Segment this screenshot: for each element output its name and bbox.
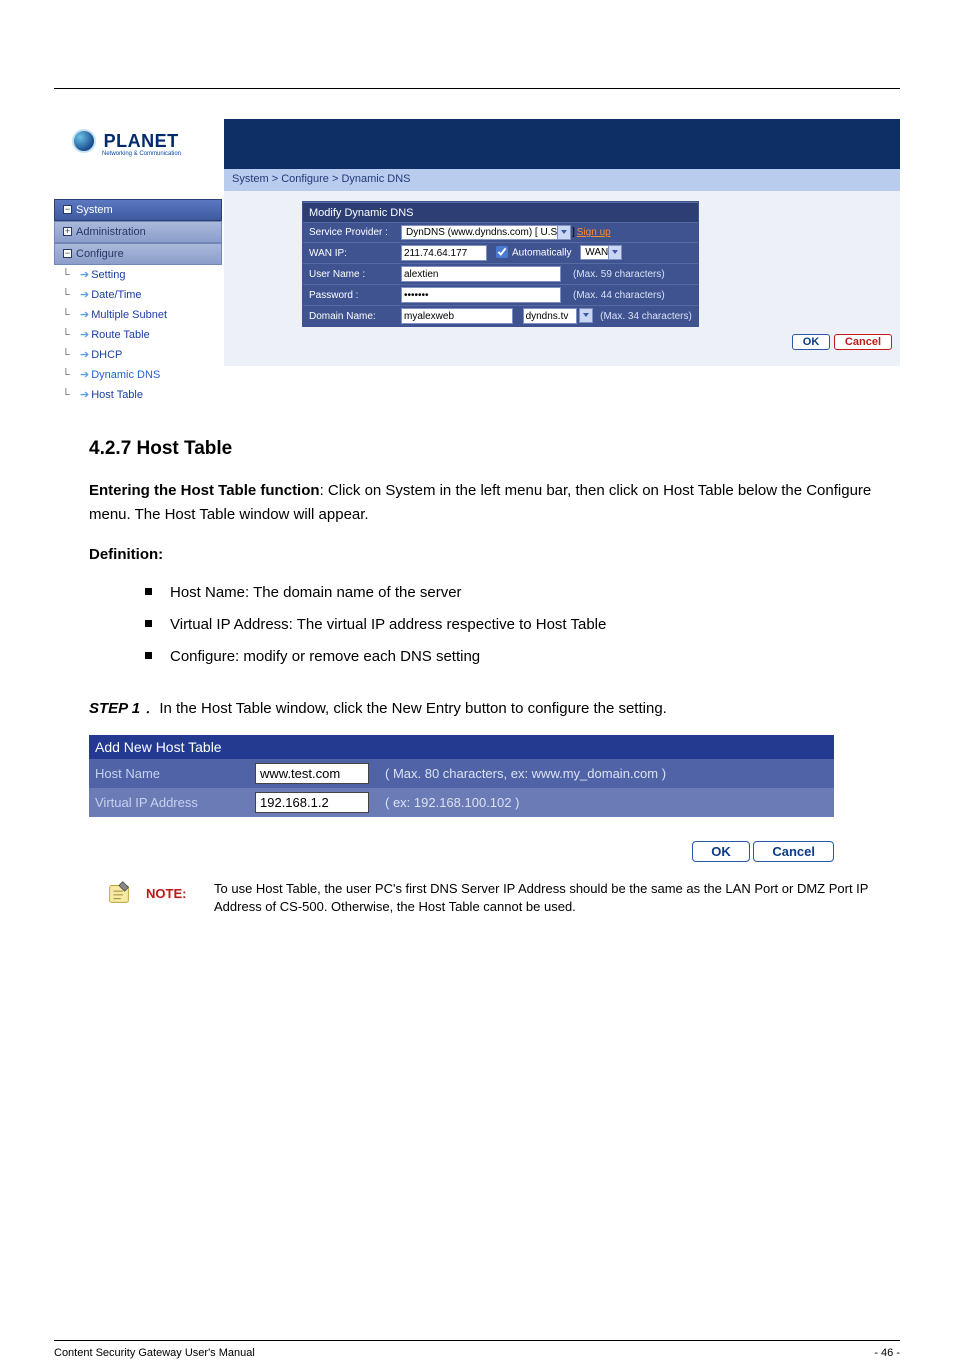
definition-list: Host Name: The domain name of the server… (145, 577, 900, 673)
nav-dynamic-dns[interactable]: └➔Dynamic DNS (54, 365, 222, 385)
step-label: STEP 1﹒ In the Host Table window, click … (89, 697, 900, 721)
host-name-input[interactable] (255, 763, 369, 784)
wan-ip-input[interactable] (401, 245, 487, 261)
label-service-provider: Service Provider : (303, 222, 395, 242)
chevron-down-icon (583, 313, 589, 317)
ddns-screenshot: PLANET Networking & Communication −Syste… (54, 119, 900, 407)
nav-setting[interactable]: └➔Setting (54, 265, 222, 285)
arrow-icon: ➔ (80, 289, 89, 301)
definition-item: Host Name: The domain name of the server (145, 577, 900, 609)
nav-datetime[interactable]: └➔Date/Time (54, 285, 222, 305)
label-wan-ip: WAN IP: (303, 242, 395, 263)
host-table-screenshot: Add New Host Table Host Name ( Max. 80 c… (89, 735, 865, 862)
breadcrumb: System > Configure > Dynamic DNS (224, 169, 900, 191)
domain-tld-input[interactable] (523, 308, 577, 324)
page-footer: Content Security Gateway User's Manual -… (54, 1340, 900, 1369)
label-domain-name: Domain Name: (303, 305, 395, 326)
chevron-down-icon (561, 230, 567, 234)
wan-select[interactable]: WAN2 (580, 245, 622, 260)
form-title: Modify Dynamic DNS (303, 202, 698, 222)
arrow-icon: ➔ (80, 389, 89, 401)
signup-link[interactable]: Sign up (577, 227, 611, 238)
host-table-form: Add New Host Table Host Name ( Max. 80 c… (89, 735, 834, 817)
definition-item: Configure: modify or remove each DNS set… (145, 641, 900, 673)
host-table-title: Add New Host Table (89, 735, 834, 759)
nav-multiple-subnet[interactable]: └➔Multiple Subnet (54, 305, 222, 325)
user-name-input[interactable] (401, 266, 561, 282)
virtual-ip-input[interactable] (255, 792, 369, 813)
nav-host-table[interactable]: └➔Host Table (54, 385, 222, 405)
arrow-icon: ➔ (80, 269, 89, 281)
expand-icon: + (63, 227, 72, 236)
content-area: Modify Dynamic DNS Service Provider : Dy… (224, 191, 900, 366)
nav-administration[interactable]: +Administration (54, 221, 222, 243)
label-host-name: Host Name (89, 759, 249, 788)
hint-password: (Max. 44 characters) (567, 284, 698, 305)
nav-dhcp[interactable]: └➔DHCP (54, 345, 222, 365)
domain-name-input[interactable] (401, 308, 513, 324)
hint-user-name: (Max. 59 characters) (567, 263, 698, 284)
logo: PLANET Networking & Communication (54, 119, 224, 191)
cancel-button[interactable]: Cancel (753, 841, 834, 862)
logo-subtitle: Networking & Communication (102, 151, 224, 157)
label-automatically: Automatically (512, 248, 571, 259)
nav-system[interactable]: −System (54, 199, 222, 221)
arrow-icon: ➔ (80, 369, 89, 381)
automatically-checkbox[interactable] (496, 246, 508, 258)
func-paragraph: Entering the Host Table function: Click … (89, 479, 900, 527)
ok-button[interactable]: OK (792, 334, 831, 350)
form-button-row: OK Cancel (224, 327, 900, 350)
label-virtual-ip: Virtual IP Address (89, 788, 249, 817)
arrow-icon: ➔ (80, 329, 89, 341)
note-label: NOTE: (146, 886, 186, 901)
collapse-icon: − (63, 205, 72, 214)
password-input[interactable] (401, 287, 561, 303)
footer-right: - 46 - (874, 1347, 900, 1359)
chevron-down-icon (612, 250, 618, 254)
hint-host-name: ( Max. 80 characters, ex: www.my_domain.… (379, 759, 834, 788)
note-block: NOTE: To use Host Table, the user PC's f… (104, 876, 900, 920)
document-body: 4.2.7 Host Table Entering the Host Table… (89, 437, 900, 721)
nav-configure[interactable]: −Configure (54, 243, 222, 265)
note-icon (104, 878, 134, 908)
hint-virtual-ip: ( ex: 192.168.100.102 ) (379, 788, 834, 817)
logo-text: PLANET (104, 131, 179, 152)
service-provider-select[interactable]: DynDNS (www.dyndns.com) [ U.S.A. ] (401, 225, 571, 240)
note-text: To use Host Table, the user PC's first D… (214, 876, 900, 916)
section-title: 4.2.7 Host Table (89, 437, 900, 461)
domain-tld-select[interactable] (579, 308, 593, 323)
nav-route-table[interactable]: └➔Route Table (54, 325, 222, 345)
globe-icon (72, 129, 96, 153)
definition-item: Virtual IP Address: The virtual IP addre… (145, 609, 900, 641)
collapse-icon: − (63, 249, 72, 258)
host-table-button-row: OK Cancel (89, 841, 834, 862)
nav: −System +Administration −Configure └➔Set… (54, 199, 222, 405)
ok-button[interactable]: OK (692, 841, 750, 862)
ddns-form: Modify Dynamic DNS Service Provider : Dy… (302, 201, 699, 327)
arrow-icon: ➔ (80, 309, 89, 321)
label-user-name: User Name : (303, 263, 395, 284)
cancel-button[interactable]: Cancel (834, 334, 892, 350)
arrow-icon: ➔ (80, 349, 89, 361)
footer-left: Content Security Gateway User's Manual (54, 1347, 255, 1359)
sidebar: PLANET Networking & Communication −Syste… (54, 119, 224, 407)
label-password: Password : (303, 284, 395, 305)
definition-label: Definition: (89, 546, 163, 563)
hint-domain-name: (Max. 34 characters) (600, 311, 692, 322)
